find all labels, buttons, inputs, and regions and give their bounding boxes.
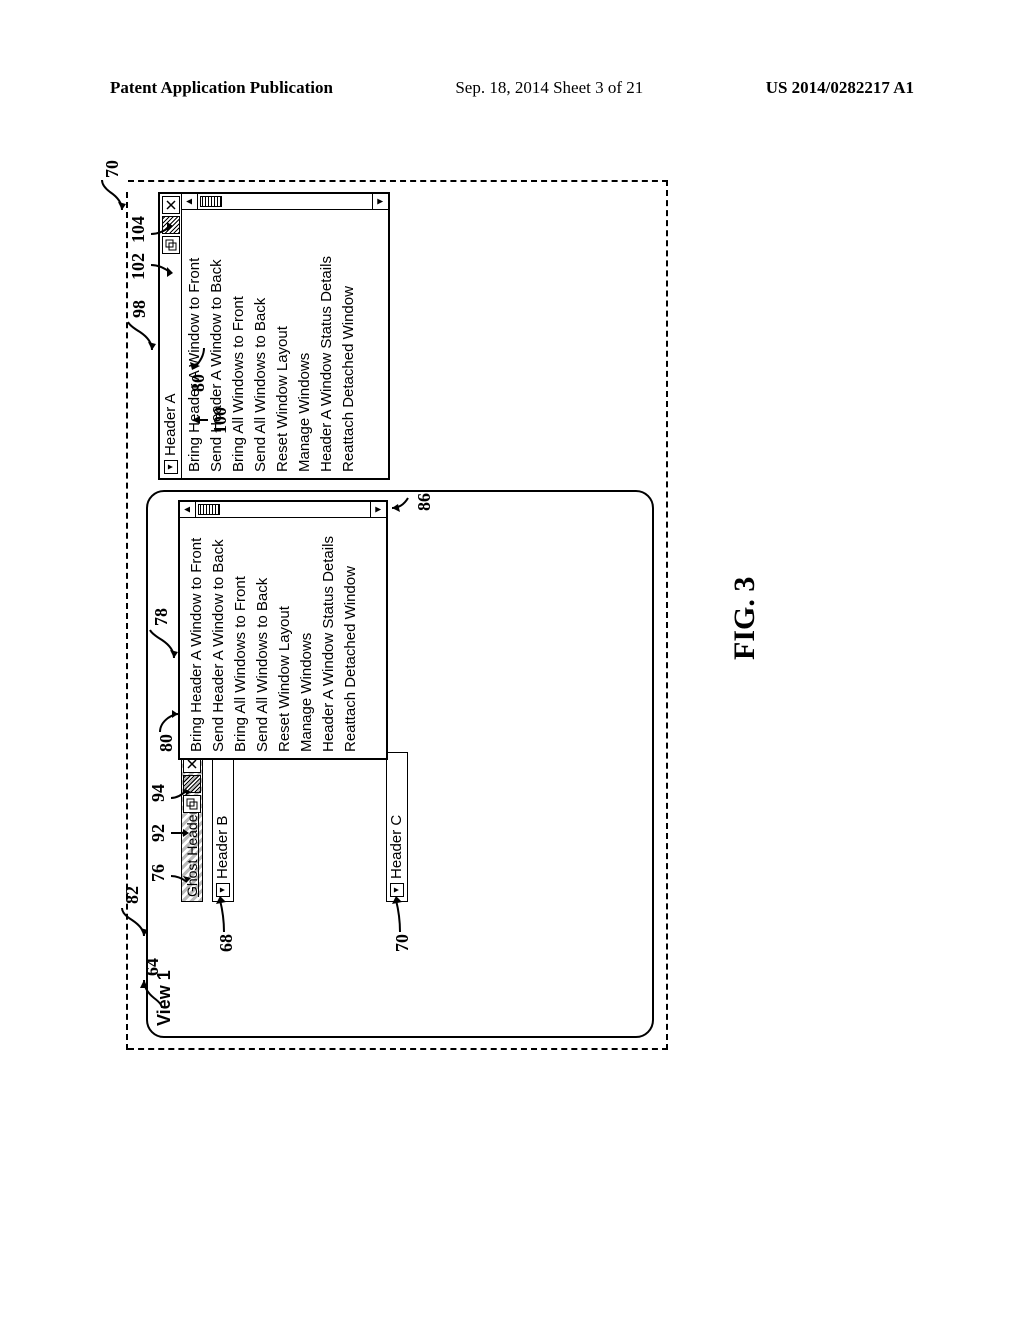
figure-canvas: 70 82 View 1 Ghost Header A: [63, 245, 933, 985]
page-header: Patent Application Publication Sep. 18, …: [0, 78, 1024, 98]
scroll-down-icon[interactable]: ▼: [370, 502, 386, 517]
ref-82: 82: [118, 886, 146, 936]
menu-item[interactable]: Manage Windows: [296, 520, 318, 752]
menu-item[interactable]: Send All Windows to Back: [252, 520, 274, 752]
scrollbar-vertical[interactable]: ▲ ▼: [180, 502, 386, 518]
scroll-down-icon[interactable]: ▼: [372, 194, 388, 209]
ref-100: 100: [192, 407, 231, 434]
menu-item[interactable]: Reattach Detached Window: [340, 520, 362, 752]
header-c-row[interactable]: ▾ Header C: [386, 752, 408, 902]
ref-98: 98: [124, 300, 154, 350]
ref-70-outer: 70: [100, 160, 124, 210]
menu-item[interactable]: Reattach Detached Window: [338, 212, 360, 472]
context-menu-main: Bring Header A Window to Front Send Head…: [178, 500, 388, 760]
menu-item[interactable]: Send All Windows to Back: [250, 212, 272, 472]
menu-item[interactable]: Manage Windows: [294, 212, 316, 472]
ref-70b: 70: [392, 892, 413, 952]
scroll-thumb[interactable]: [198, 504, 220, 515]
menu-item[interactable]: Header A Window Status Details: [316, 212, 338, 472]
figure-label: FIG. 3: [728, 577, 762, 660]
pub-number: US 2014/0282217 A1: [766, 78, 914, 98]
menu-item[interactable]: Header A Window Status Details: [318, 520, 340, 752]
scroll-up-icon[interactable]: ▲: [182, 194, 198, 209]
ref-78: 78: [146, 608, 176, 658]
menu-item[interactable]: Bring Header A Window to Front: [186, 520, 208, 752]
chevron-down-icon: ▾: [164, 460, 178, 474]
menu-item[interactable]: Reset Window Layout: [274, 520, 296, 752]
close-icon[interactable]: [162, 196, 180, 214]
header-b-row[interactable]: ▾ Header B: [212, 752, 234, 902]
ref-102-104: 102 104: [128, 216, 175, 280]
header-c-label: Header C: [387, 815, 407, 879]
ref-80a: 80: [154, 708, 178, 752]
scroll-thumb[interactable]: [200, 196, 222, 207]
ref-86: 86: [392, 492, 435, 512]
scroll-up-icon[interactable]: ▲: [180, 502, 196, 517]
sheet-info: Sep. 18, 2014 Sheet 3 of 21: [455, 78, 643, 98]
ref-64: 64: [140, 958, 164, 1008]
menu-item[interactable]: Send Header A Window to Back: [208, 520, 230, 752]
ref-68: 68: [216, 892, 237, 952]
menu-item[interactable]: Reset Window Layout: [272, 212, 294, 472]
header-b-label: Header B: [213, 816, 233, 879]
pub-label: Patent Application Publication: [110, 78, 333, 98]
detached-title-label: Header A: [162, 393, 179, 456]
menu-item[interactable]: Bring All Windows to Front: [228, 212, 250, 472]
scrollbar-vertical[interactable]: ▲ ▼: [182, 194, 388, 210]
ref-76-92-94: 76 92 94: [148, 784, 189, 882]
detached-window-header-a: ▾ Header A Bring Header A Window to Fron…: [158, 192, 390, 480]
ref-80b: 80: [188, 344, 209, 392]
menu-item[interactable]: Bring All Windows to Front: [230, 520, 252, 752]
